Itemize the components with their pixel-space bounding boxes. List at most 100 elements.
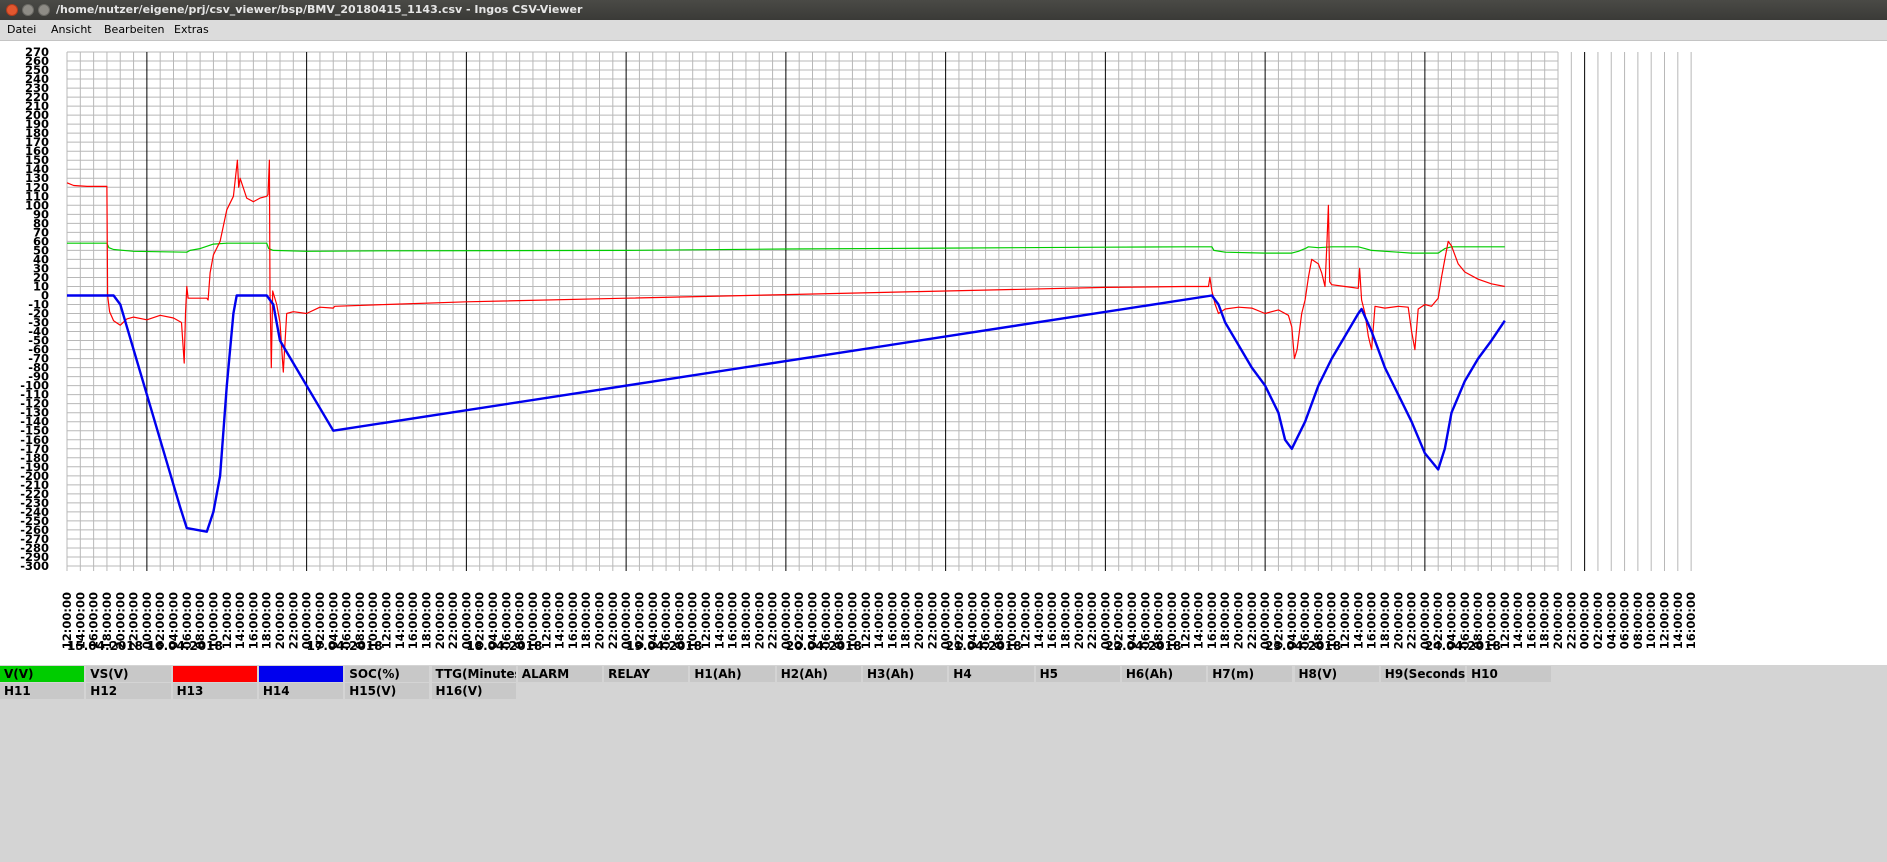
day-label: 24.04.2018 [1425,639,1501,653]
x-tick-label: 14:00:00 [1032,592,1046,649]
x-tick-label: 18:00:00 [1538,592,1552,649]
x-tick-label: 00:00:00 [1578,592,1592,649]
day-label: 15.04.2018 [67,639,143,653]
menu-extras[interactable]: Extras [174,23,209,36]
x-tick-label: 22:00:00 [1085,592,1099,649]
x-tick-label: 16:00:00 [1524,592,1538,649]
channel-button[interactable]: V(V) [0,666,85,682]
y-tick-label: -300 [20,559,49,573]
x-tick-label: 18:00:00 [419,592,433,649]
x-tick-label: 16:00:00 [246,592,260,649]
x-tick-label: 22:00:00 [1245,592,1259,649]
x-tick-label: 14:00:00 [233,592,247,649]
x-tick-label: 22:00:00 [606,592,620,649]
x-tick-label: 20:00:00 [1072,592,1086,649]
x-tick-label: 18:00:00 [579,592,593,649]
x-tick-label: 22:00:00 [1564,592,1578,649]
x-tick-label: 22:00:00 [286,592,300,649]
x-tick-label: 14:00:00 [1511,592,1525,649]
menu-ansicht[interactable]: Ansicht [51,23,92,36]
channel-button[interactable]: TTG(Minutes) [431,666,516,682]
x-tick-label: 20:00:00 [1232,592,1246,649]
channel-button[interactable]: I(A) [172,666,257,682]
x-tick-label: 22:00:00 [1405,592,1419,649]
x-tick-label: 04:00:00 [1604,592,1618,649]
x-tick-label: 14:00:00 [553,592,567,649]
channel-button[interactable]: H9(Seconds) [1380,666,1466,682]
channel-button[interactable]: H6(Ah) [1121,666,1207,682]
x-tick-label: 02:00:00 [1591,592,1605,649]
day-label: 22.04.2018 [1105,639,1181,653]
x-tick-label: 16:00:00 [1205,592,1219,649]
day-label: 23.04.2018 [1265,639,1341,653]
channel-button[interactable]: H13 [172,683,257,699]
window-maximize-button[interactable] [38,4,50,16]
x-tick-label: 16:00:00 [885,592,899,649]
x-tick-label: 20:00:00 [433,592,447,649]
channel-button[interactable]: SOC(%) [345,666,430,682]
x-tick-label: 14:00:00 [712,592,726,649]
x-tick-label: 20:00:00 [1551,592,1565,649]
x-tick-label: 22:00:00 [446,592,460,649]
day-label: 18.04.2018 [466,639,542,653]
channel-button[interactable]: ALARM [517,666,603,682]
x-tick-label: 18:00:00 [260,592,274,649]
x-tick-label: 20:00:00 [752,592,766,649]
channel-button[interactable]: H3(Ah) [863,666,948,682]
x-tick-label: 14:00:00 [393,592,407,649]
x-tick-label: 10:00:00 [1644,592,1658,649]
channel-button[interactable]: H12 [86,683,171,699]
menu-datei[interactable]: Datei [7,23,36,36]
x-tick-label: 12:00:00 [1658,592,1672,649]
day-label: 19.04.2018 [626,639,702,653]
day-label: 17.04.2018 [307,639,383,653]
x-tick-label: 18:00:00 [899,592,913,649]
channel-button[interactable]: H5 [1035,666,1120,682]
channel-button[interactable]: H1(Ah) [690,666,775,682]
status-area [0,700,1887,862]
x-tick-label: 14:00:00 [1351,592,1365,649]
x-tick-label: 16:00:00 [1684,592,1698,649]
x-tick-label: 20:00:00 [273,592,287,649]
channel-selector-bar: V(V)VS(V)I(A)CE(Ah)SOC(%)TTG(Minutes)ALA… [0,665,1887,700]
x-tick-label: 18:00:00 [1218,592,1232,649]
x-tick-label: 18:00:00 [1058,592,1072,649]
window-title: /home/nutzer/eigene/prj/csv_viewer/bsp/B… [56,3,583,16]
x-tick-label: 06:00:00 [1618,592,1632,649]
x-tick-label: 18:00:00 [1378,592,1392,649]
channel-button[interactable]: H15(V) [345,683,430,699]
channel-button[interactable]: H11 [0,683,85,699]
x-tick-label: 16:00:00 [406,592,420,649]
x-tick-label: 16:00:00 [566,592,580,649]
channel-button[interactable]: H8(V) [1294,666,1379,682]
channel-button[interactable]: H16(V) [431,683,516,699]
window-close-button[interactable] [6,4,18,16]
x-tick-label: 16:00:00 [1365,592,1379,649]
day-label: 20.04.2018 [786,639,862,653]
menu-bearbeiten[interactable]: Bearbeiten [104,23,164,36]
channel-button[interactable]: VS(V) [86,666,171,682]
x-tick-label: 16:00:00 [1045,592,1059,649]
x-tick-label: 22:00:00 [766,592,780,649]
channel-button[interactable]: CE(Ah) [258,666,344,682]
x-tick-label: 14:00:00 [872,592,886,649]
x-tick-label: 18:00:00 [739,592,753,649]
channel-button[interactable]: H10 [1467,666,1552,682]
x-tick-label: 20:00:00 [1391,592,1405,649]
channel-button[interactable]: RELAY [604,666,689,682]
channel-button[interactable]: H7(m) [1208,666,1293,682]
window-titlebar[interactable]: /home/nutzer/eigene/prj/csv_viewer/bsp/B… [0,0,1887,20]
x-tick-label: 20:00:00 [593,592,607,649]
x-tick-label: 08:00:00 [1631,592,1645,649]
x-tick-label: 20:00:00 [912,592,926,649]
channel-button[interactable]: H2(Ah) [776,666,861,682]
window-minimize-button[interactable] [22,4,34,16]
day-label: 21.04.2018 [946,639,1022,653]
x-tick-label: 22:00:00 [925,592,939,649]
channel-button[interactable]: H14 [258,683,344,699]
menu-bar: Datei Ansicht Bearbeiten Extras [0,20,1887,41]
day-label: 16.04.2018 [147,639,223,653]
channel-button[interactable]: H4 [949,666,1034,682]
x-tick-label: 14:00:00 [1671,592,1685,649]
x-tick-label: 14:00:00 [1192,592,1206,649]
